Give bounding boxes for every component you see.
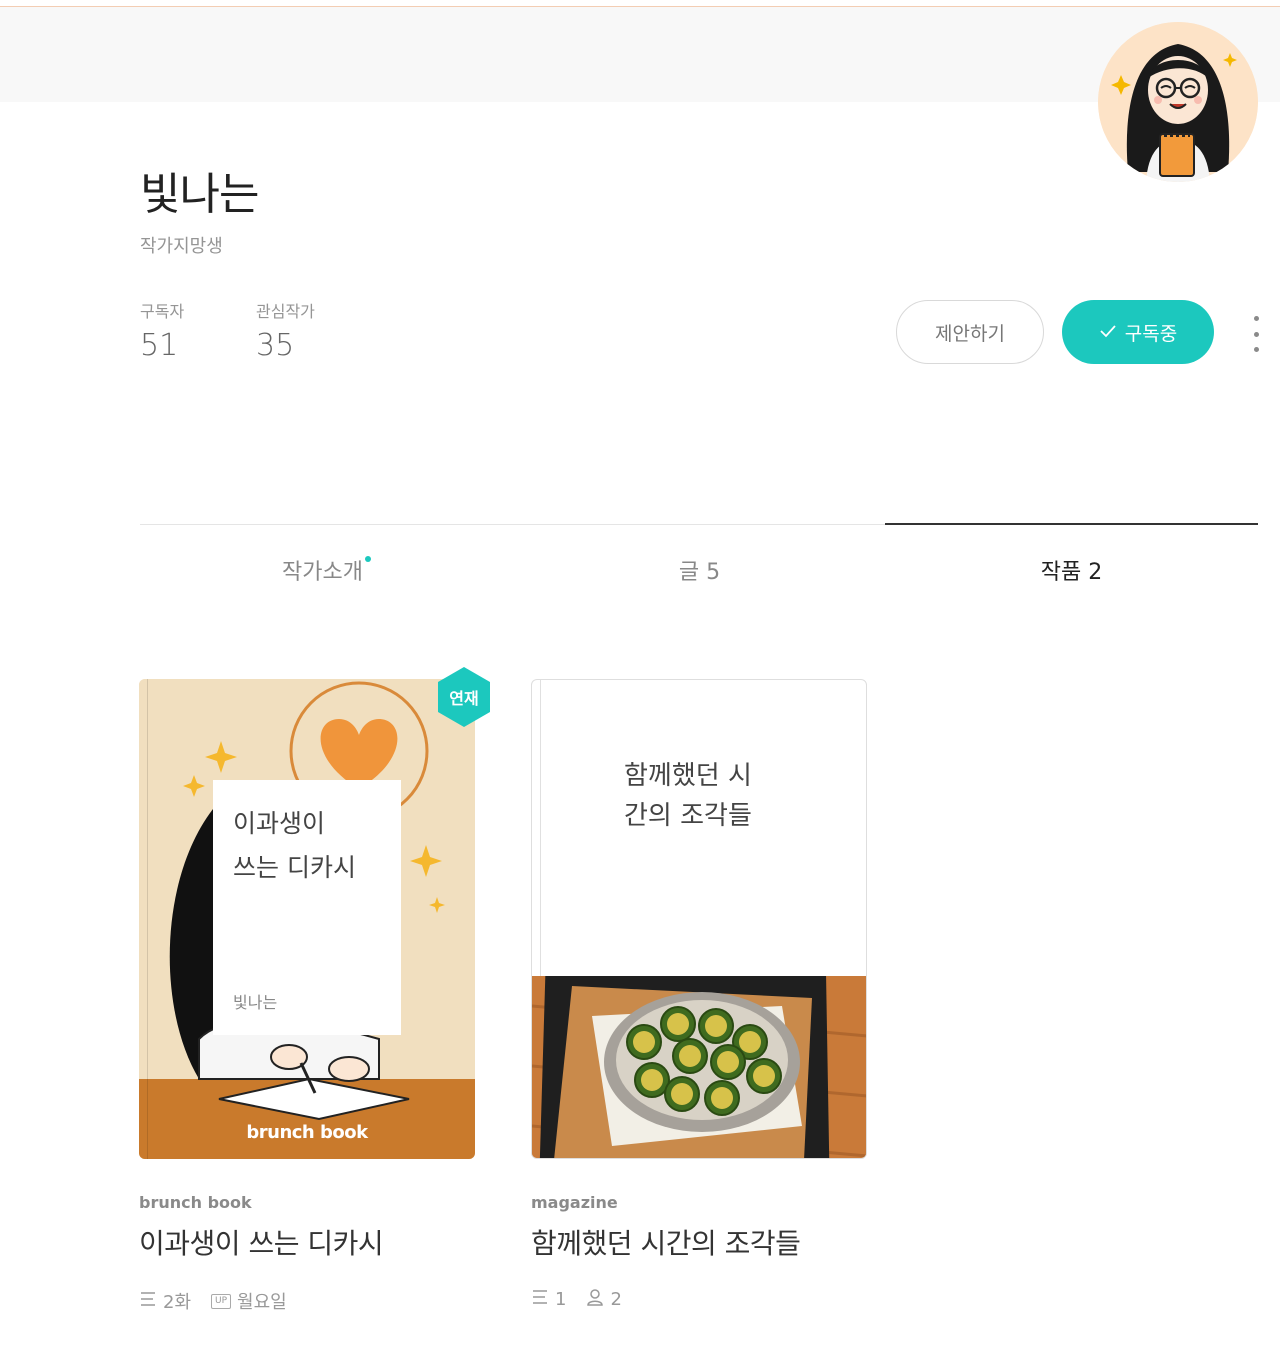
stat-value: 35 <box>256 328 295 363</box>
serial-badge-label: 연재 <box>449 689 479 708</box>
new-dot <box>364 556 371 562</box>
stat-label: 관심작가 <box>256 302 315 321</box>
top-accent-line <box>0 0 1280 7</box>
subscribe-button[interactable]: 구독중 <box>1062 300 1214 364</box>
tab-active-indicator <box>885 523 1258 525</box>
propose-button[interactable]: 제안하기 <box>896 300 1044 364</box>
work-type: brunch book <box>139 1193 252 1212</box>
magazine-cover[interactable]: 함께했던 시 간의 조각들 <box>531 679 867 1159</box>
tab-works[interactable]: 작품 2 <box>885 554 1258 586</box>
author-name: 빛나는 <box>140 169 259 220</box>
cover-photo <box>532 975 866 1158</box>
check-icon <box>1099 321 1117 343</box>
tab-label: 작품 2 <box>1040 560 1103 585</box>
work-info: 2화 UP 월요일 <box>139 1288 287 1314</box>
work-type: magazine <box>531 1193 618 1212</box>
brunch-book-cover[interactable]: 이과생이 쓰는 디카시 빛나는 brunch book <box>139 679 475 1159</box>
brunch-book-logo: brunch book <box>246 1122 368 1143</box>
tab-author-intro[interactable]: 작가소개 <box>140 554 513 586</box>
work-title[interactable]: 이과생이 쓰는 디카시 <box>139 1222 384 1262</box>
list-icon <box>139 1291 157 1312</box>
work-info: 1 2 <box>531 1288 622 1311</box>
person-icon <box>586 1288 604 1311</box>
publish-day: 월요일 <box>237 1292 287 1313</box>
book-spine <box>147 679 148 1159</box>
profile-header-band <box>0 7 1280 102</box>
list-icon <box>531 1289 549 1310</box>
tab-label: 글 5 <box>678 560 721 585</box>
stat-subscribers[interactable]: 구독자 51 <box>140 298 184 363</box>
cover-author: 빛나는 <box>233 993 278 1012</box>
stat-label: 구독자 <box>140 302 185 321</box>
cover-title: 이과생이 쓰는 디카시 <box>233 809 356 882</box>
tab-posts[interactable]: 글 5 <box>513 554 886 586</box>
member-count: 2 <box>610 1289 622 1310</box>
work-title[interactable]: 함께했던 시간의 조각들 <box>531 1222 801 1262</box>
subscribe-label: 구독중 <box>1124 322 1178 345</box>
post-count: 1 <box>555 1289 567 1310</box>
more-options-icon[interactable] <box>1246 316 1266 352</box>
cover-label-card: 이과생이 쓰는 디카시 빛나는 <box>213 780 401 1035</box>
cover-title: 함께했던 시 간의 조각들 <box>624 761 752 831</box>
stat-value: 51 <box>140 328 179 363</box>
episode-count: 2화 <box>163 1292 192 1313</box>
up-icon: UP <box>211 1293 232 1309</box>
avatar[interactable] <box>1098 22 1258 182</box>
stat-following[interactable]: 관심작가 35 <box>256 298 315 363</box>
author-job: 작가지망생 <box>140 236 223 257</box>
tab-label: 작가소개 <box>282 560 363 585</box>
